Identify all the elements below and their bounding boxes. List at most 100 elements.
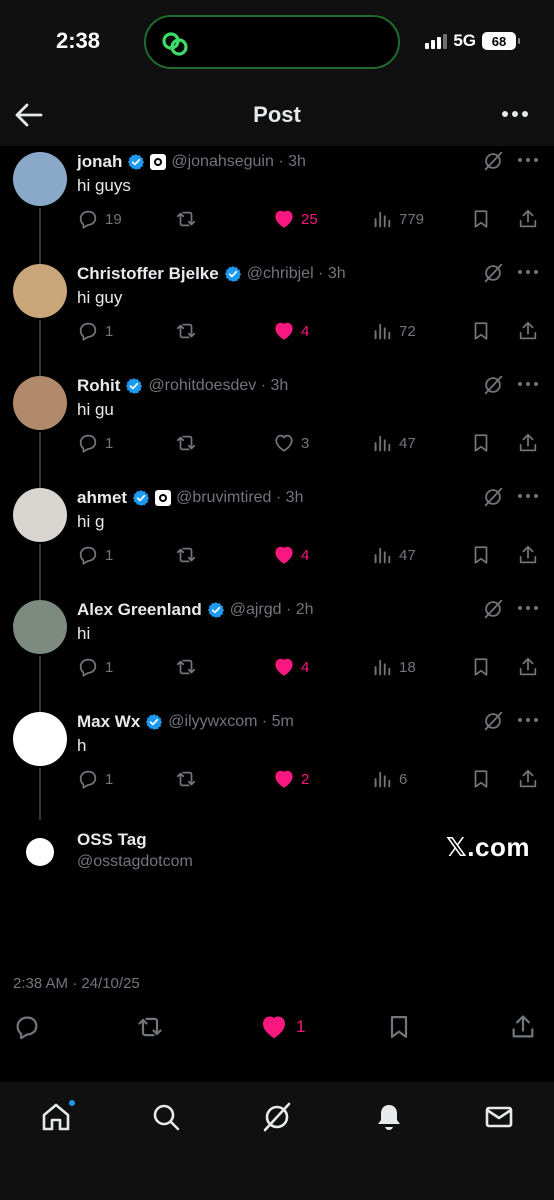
tweet-more-icon[interactable] [516, 156, 540, 164]
tab-search[interactable] [149, 1100, 183, 1134]
repost-button[interactable] [175, 544, 197, 566]
reply-icon [79, 546, 97, 565]
main-repost-button[interactable] [136, 1013, 164, 1041]
author-name[interactable]: Christoffer Bjelke [77, 264, 219, 284]
tab-grok[interactable] [260, 1100, 294, 1134]
tweet-more-icon[interactable] [516, 604, 540, 612]
grok-icon[interactable] [482, 374, 504, 396]
views-button[interactable]: 47 [371, 432, 416, 454]
share-button[interactable] [517, 544, 539, 566]
like-count: 2 [301, 770, 310, 788]
repost-icon [176, 323, 196, 339]
author-name[interactable]: ahmet [77, 488, 127, 508]
views-button[interactable]: 18 [371, 656, 416, 678]
quoted-account-card[interactable]: OSS Tag @osstagdotcom 𝕏.com [0, 818, 554, 878]
tweet[interactable]: ahmet @bruvimtired · 3h hi g 1 4 47 [0, 482, 554, 600]
tweet-more-icon[interactable] [516, 492, 540, 500]
bookmark-button[interactable] [470, 208, 492, 230]
tweet-actions: 1 4 47 [77, 544, 542, 568]
author-name[interactable]: Alex Greenland [77, 600, 202, 620]
main-share-button[interactable] [509, 1013, 537, 1041]
bookmark-button[interactable] [470, 544, 492, 566]
like-button[interactable]: 4 [273, 656, 309, 678]
tab-notifications[interactable] [372, 1100, 406, 1134]
reply-button[interactable]: 1 [77, 768, 113, 790]
share-icon [519, 545, 537, 564]
grok-icon[interactable] [482, 710, 504, 732]
like-button[interactable]: 4 [273, 544, 309, 566]
tweet[interactable]: Alex Greenland @ajrgd · 2h hi 1 4 18 [0, 594, 554, 712]
heart-icon [275, 546, 293, 564]
views-button[interactable]: 779 [371, 208, 424, 230]
author-handle: @jonahseguin · 3h [171, 153, 306, 170]
verified-badge-icon [128, 154, 145, 170]
like-count: 3 [301, 434, 310, 452]
bookmark-button[interactable] [470, 768, 492, 790]
reply-button[interactable]: 1 [77, 656, 113, 678]
share-button[interactable] [517, 656, 539, 678]
repost-button[interactable] [175, 768, 197, 790]
views-button[interactable]: 72 [371, 320, 416, 342]
repost-button[interactable] [175, 432, 197, 454]
repost-icon [138, 1017, 162, 1037]
views-count: 47 [399, 434, 416, 452]
tab-home[interactable] [39, 1098, 77, 1134]
tweet[interactable]: Christoffer Bjelke @chribjel · 3h hi guy… [0, 258, 554, 376]
tweet[interactable]: jonah @jonahseguin · 3h hi guys 19 25 77… [0, 146, 554, 264]
tweet-header: Alex Greenland @ajrgd · 2h [77, 600, 314, 620]
avatar[interactable] [13, 152, 67, 206]
share-button[interactable] [517, 208, 539, 230]
repost-button[interactable] [175, 320, 197, 342]
share-button[interactable] [517, 432, 539, 454]
grok-icon[interactable] [482, 486, 504, 508]
like-button[interactable]: 3 [273, 432, 309, 454]
grok-icon[interactable] [482, 262, 504, 284]
post-actions: 1 [0, 1013, 554, 1047]
reply-count: 1 [105, 546, 114, 564]
like-button[interactable]: 4 [273, 320, 309, 342]
author-name[interactable]: Rohit [77, 376, 120, 396]
author-handle: @rohitdoesdev · 3h [148, 377, 289, 394]
grok-icon[interactable] [482, 150, 504, 172]
repost-button[interactable] [175, 656, 197, 678]
share-button[interactable] [517, 768, 539, 790]
repost-button[interactable] [175, 208, 197, 230]
reply-button[interactable]: 1 [77, 432, 113, 454]
tweet[interactable]: Rohit @rohitdoesdev · 3h hi gu 1 3 47 [0, 370, 554, 488]
grok-icon[interactable] [482, 598, 504, 620]
tweet-more-icon[interactable] [516, 380, 540, 388]
avatar[interactable] [13, 264, 67, 318]
reply-button[interactable]: 1 [77, 544, 113, 566]
views-count: 47 [399, 546, 416, 564]
main-like-button[interactable]: 1 [260, 1013, 305, 1041]
views-count: 72 [399, 322, 416, 340]
main-bookmark-button[interactable] [385, 1013, 413, 1041]
tweet-more-icon[interactable] [516, 716, 540, 724]
like-button[interactable]: 25 [273, 208, 318, 230]
views-button[interactable]: 6 [371, 768, 407, 790]
tweet-text: h [77, 736, 87, 755]
author-name[interactable]: Max Wx [77, 712, 140, 732]
reply-button[interactable]: 19 [77, 208, 122, 230]
share-icon [519, 433, 537, 452]
more-options-icon[interactable] [500, 104, 530, 124]
reply-button[interactable]: 1 [77, 320, 113, 342]
post-timestamp: 2:38 AM · 24/10/25 [13, 975, 140, 992]
bookmark-button[interactable] [470, 320, 492, 342]
tweet-more-icon[interactable] [516, 268, 540, 276]
avatar[interactable] [13, 600, 67, 654]
avatar[interactable] [13, 376, 67, 430]
author-name[interactable]: jonah [77, 152, 122, 172]
bookmark-button[interactable] [470, 432, 492, 454]
share-button[interactable] [517, 320, 539, 342]
main-reply-button[interactable] [13, 1013, 41, 1041]
avatar[interactable] [13, 712, 67, 766]
like-button[interactable]: 2 [273, 768, 309, 790]
reply-icon [79, 770, 97, 789]
tweet[interactable]: Max Wx @ilyywxcom · 5m h 1 2 6 [0, 706, 554, 820]
views-button[interactable]: 47 [371, 544, 416, 566]
tab-messages[interactable] [482, 1100, 516, 1134]
avatar[interactable] [13, 488, 67, 542]
bookmark-icon [474, 658, 488, 676]
bookmark-button[interactable] [470, 656, 492, 678]
